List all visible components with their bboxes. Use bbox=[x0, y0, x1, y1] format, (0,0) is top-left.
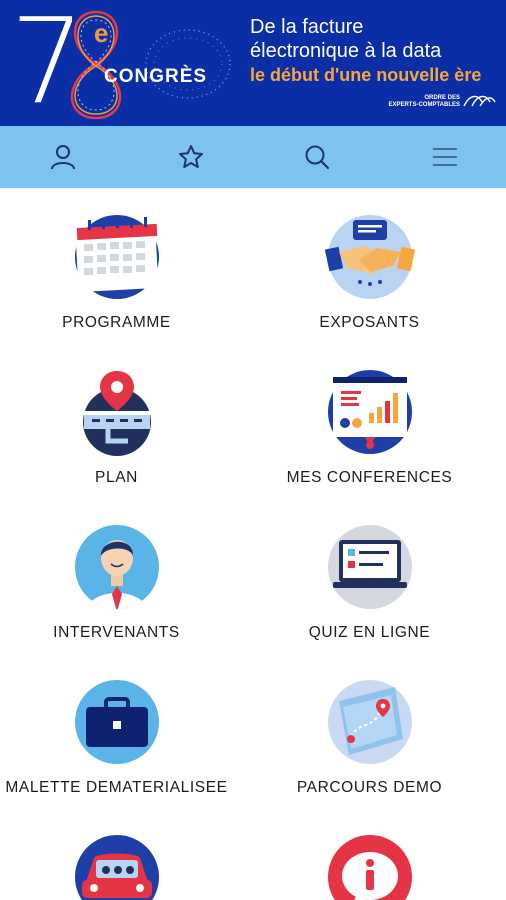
edition-suffix: e bbox=[94, 18, 109, 48]
profile-button[interactable] bbox=[42, 136, 84, 178]
menu-item-exposants[interactable]: EXPOSANTS bbox=[243, 194, 496, 349]
car-icon bbox=[74, 835, 159, 900]
menu-item-label: EXPOSANTS bbox=[319, 314, 420, 331]
menu-item-label: PROGRAMME bbox=[62, 314, 171, 331]
hamburger-menu-icon bbox=[433, 148, 457, 166]
search-icon bbox=[305, 145, 330, 170]
search-button[interactable] bbox=[296, 136, 338, 178]
menu-item-intervenants[interactable]: INTERVENANTS bbox=[0, 504, 243, 659]
menu-item-label: MES CONFERENCES bbox=[286, 469, 453, 486]
menu-item-malette-dematerialisee[interactable]: MALETTE DEMATERIALISEE bbox=[0, 659, 243, 814]
menu-item-label: INTERVENANTS bbox=[53, 624, 180, 641]
decorative-dots bbox=[145, 29, 231, 99]
menu-item-label: QUIZ EN LIGNE bbox=[308, 624, 431, 641]
menu-item-label: MALETTE DEMATERIALISEE bbox=[5, 779, 228, 796]
map-pin-icon bbox=[82, 371, 151, 456]
menu-item-label: PARCOURS DEMO bbox=[296, 779, 443, 796]
menu-item-mes-conferences[interactable]: MES CONFERENCES bbox=[243, 349, 496, 504]
headline-line-2: électronique à la data bbox=[250, 40, 442, 62]
menu-item-parcours-demo[interactable]: PARCOURS DEMO bbox=[243, 659, 496, 814]
menu-item-quiz-en-ligne[interactable]: QUIZ EN LIGNE bbox=[243, 504, 496, 659]
headline-line-1: De la facture bbox=[250, 16, 364, 38]
menu-item-programme[interactable]: PROGRAMME bbox=[0, 194, 243, 349]
info-bubble-icon bbox=[327, 835, 412, 900]
organization-name: ORDRE DES EXPERTS-COMPTABLES bbox=[372, 95, 460, 109]
laptop-quiz-icon bbox=[327, 525, 412, 609]
menu-item-car[interactable] bbox=[0, 814, 243, 900]
speaker-person-icon bbox=[74, 525, 159, 609]
menu-item-plan[interactable]: PLAN bbox=[0, 349, 243, 504]
star-icon bbox=[179, 145, 203, 168]
presentation-board-icon bbox=[327, 370, 412, 454]
organization-line-1: ORDRE DES bbox=[424, 95, 460, 101]
calendar-icon bbox=[74, 215, 159, 299]
favorites-button[interactable] bbox=[170, 136, 212, 178]
user-icon bbox=[51, 145, 75, 170]
headline-line-3: le début d'une nouvelle ère bbox=[250, 65, 482, 85]
route-map-icon bbox=[327, 680, 412, 764]
handshake-icon bbox=[324, 215, 415, 299]
top-toolbar bbox=[0, 126, 506, 188]
organization-line-2: EXPERTS-COMPTABLES bbox=[388, 102, 460, 108]
menu-button[interactable] bbox=[424, 136, 466, 178]
briefcase-icon bbox=[74, 680, 159, 764]
menu-item-info[interactable] bbox=[243, 814, 496, 900]
organization-logo-icon bbox=[463, 95, 496, 107]
event-banner: 7 e CONGRÈS De la facture électronique à… bbox=[0, 0, 506, 126]
menu-item-label: PLAN bbox=[95, 469, 138, 486]
